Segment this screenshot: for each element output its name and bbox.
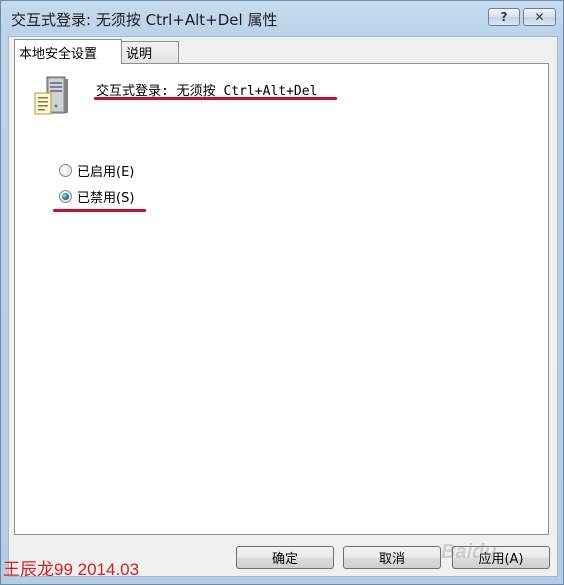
author-watermark: 王辰龙99 2014.03 (3, 560, 140, 579)
radio-button-checked[interactable] (59, 190, 72, 203)
site-watermark: Baidu (441, 541, 497, 563)
annotation-underline-disabled (53, 209, 146, 212)
radio-disabled-label: 已禁用(S) (77, 191, 135, 206)
title-bar[interactable]: 交互式登录: 无须按 Ctrl+Alt+Del 属性 ? ✕ (1, 1, 563, 35)
close-button[interactable]: ✕ (523, 8, 556, 26)
ok-button[interactable]: 确定 (236, 546, 334, 569)
cancel-button[interactable]: 取消 (343, 546, 441, 569)
tab-panel: 交互式登录: 无须按 Ctrl+Alt+Del 已启用(E) 已禁用(S) (14, 63, 549, 535)
help-icon: ? (500, 10, 508, 24)
tab-label: 本地安全设置 (19, 46, 98, 62)
radio-disabled[interactable]: 已禁用(S) (59, 187, 134, 206)
server-document-icon (34, 76, 68, 115)
close-icon: ✕ (534, 10, 545, 24)
window-title: 交互式登录: 无须按 Ctrl+Alt+Del 属性 (11, 11, 278, 29)
dialog-client-area: 本地安全设置 说明 交互式登录: 无须按 Ctrl+Alt+Del 已启用(E)… (8, 36, 558, 577)
tab-label: 说明 (126, 47, 153, 62)
tab-local-security-setting[interactable]: 本地安全设置 (14, 39, 122, 64)
annotation-underline-policy (94, 97, 337, 100)
radio-enabled-label: 已启用(E) (77, 165, 135, 180)
properties-dialog: 交互式登录: 无须按 Ctrl+Alt+Del 属性 ? ✕ 本地安全设置 说明 (0, 0, 564, 585)
tab-explain[interactable]: 说明 (121, 41, 179, 63)
radio-button-unchecked[interactable] (59, 164, 72, 177)
radio-enabled[interactable]: 已启用(E) (59, 161, 134, 180)
help-button[interactable]: ? (488, 8, 520, 26)
